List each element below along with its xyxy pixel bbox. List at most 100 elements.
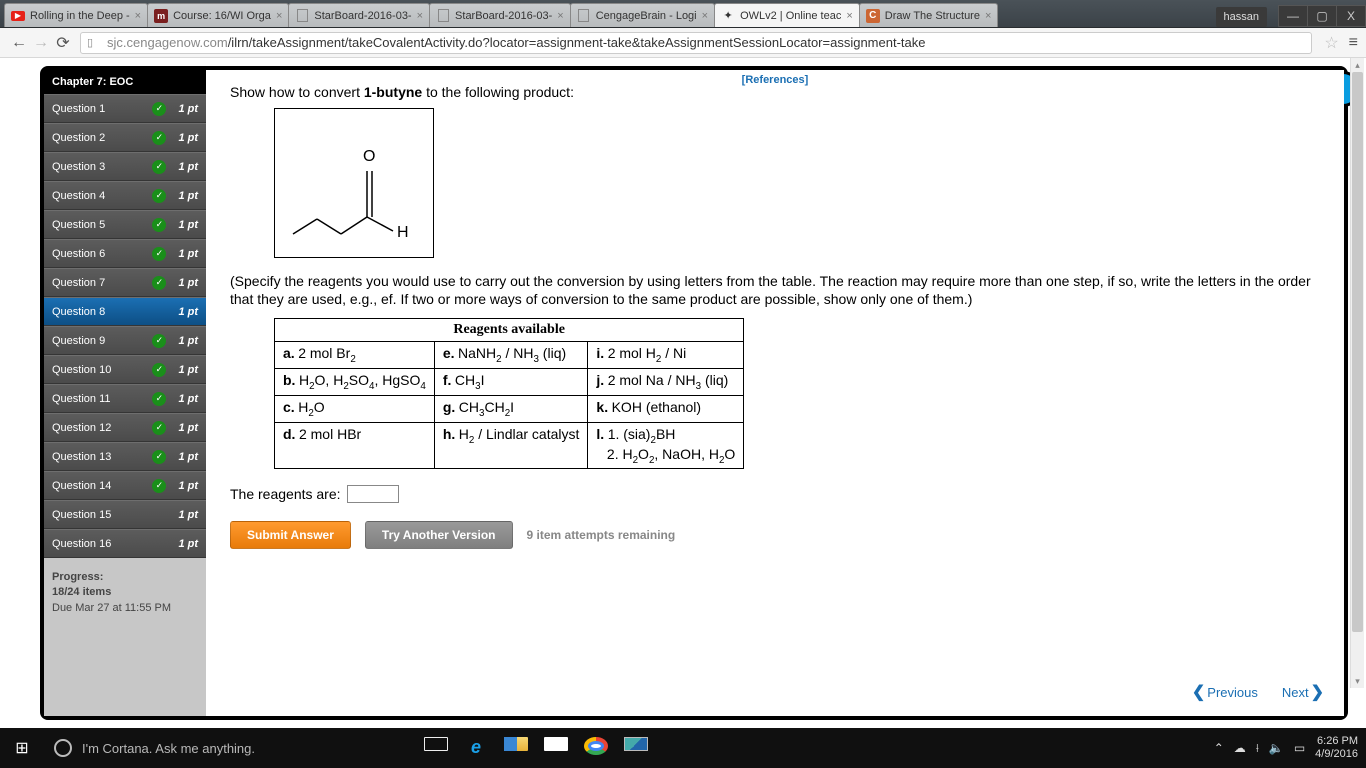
question-nav-item[interactable]: Question 1✓1 pt (44, 94, 206, 123)
check-icon (152, 305, 166, 319)
check-icon: ✓ (152, 276, 166, 290)
question-label: Question 15 (52, 509, 111, 521)
action-center-icon[interactable]: ▭ (1294, 741, 1305, 755)
question-label: Question 12 (52, 422, 111, 434)
tab-close-icon[interactable]: × (276, 10, 282, 22)
profile-badge[interactable]: hassan (1216, 7, 1267, 27)
cortana-placeholder: I'm Cortana. Ask me anything. (82, 741, 255, 756)
browser-tab[interactable]: StarBoard-2016-03-× (429, 3, 571, 27)
reagent-a: a. 2 mol Br2 (275, 342, 435, 369)
photos-icon[interactable] (624, 737, 648, 760)
check-icon: ✓ (152, 247, 166, 261)
chrome-icon[interactable] (584, 737, 608, 760)
tab-title: CengageBrain - Logi (596, 10, 697, 22)
table-header: Reagents available (275, 319, 744, 342)
file-explorer-icon[interactable] (504, 737, 528, 760)
next-link[interactable]: Next❯ (1282, 682, 1324, 702)
check-icon (152, 537, 166, 551)
question-nav-item[interactable]: Question 161 pt (44, 529, 206, 558)
question-nav-item[interactable]: Question 4✓1 pt (44, 181, 206, 210)
question-content: [References] Show how to convert 1-butyn… (206, 70, 1344, 716)
tab-favicon: ▶ (11, 9, 25, 23)
browser-tab[interactable]: ▶Rolling in the Deep -× (4, 3, 148, 27)
task-view-icon[interactable] (424, 737, 448, 760)
question-nav-item[interactable]: Question 2✓1 pt (44, 123, 206, 152)
tab-favicon: m (154, 9, 168, 23)
address-bar: ← → ⟳ ▯ sjc.cengagenow.com/ilrn/takeAssi… (0, 28, 1366, 58)
check-icon: ✓ (152, 189, 166, 203)
reagent-g: g. CH3CH2I (434, 395, 588, 422)
tab-close-icon[interactable]: × (557, 10, 563, 22)
windows-taskbar: ⊞ I'm Cortana. Ask me anything. e ⌃ ☁ ⟊ … (0, 728, 1366, 768)
store-icon[interactable] (544, 737, 568, 760)
menu-icon[interactable]: ≡ (1349, 34, 1358, 52)
cortana-search[interactable]: I'm Cortana. Ask me anything. (44, 733, 384, 763)
reload-button[interactable]: ⟳ (52, 32, 74, 54)
question-points: 1 pt (178, 364, 198, 376)
reagent-b: b. H2O, H2SO4, HgSO4 (275, 369, 435, 396)
bookmark-icon[interactable]: ☆ (1324, 33, 1338, 53)
tab-close-icon[interactable]: × (135, 10, 141, 22)
references-link[interactable]: [References] (742, 74, 809, 86)
url-input[interactable]: ▯ sjc.cengagenow.com/ilrn/takeAssignment… (80, 32, 1312, 54)
cortana-icon (54, 739, 72, 757)
close-button[interactable]: X (1336, 5, 1366, 27)
question-nav-item[interactable]: Question 81 pt (44, 297, 206, 326)
question-nav-item[interactable]: Question 10✓1 pt (44, 355, 206, 384)
question-nav-item[interactable]: Question 11✓1 pt (44, 384, 206, 413)
question-nav-item[interactable]: Question 13✓1 pt (44, 442, 206, 471)
back-button[interactable]: ← (8, 32, 30, 54)
start-button[interactable]: ⊞ (0, 728, 44, 768)
question-nav-item[interactable]: Question 151 pt (44, 500, 206, 529)
reagents-input[interactable] (347, 485, 399, 503)
clock[interactable]: 6:26 PM 4/9/2016 (1315, 735, 1358, 761)
tab-favicon (295, 9, 309, 23)
chapter-header: Chapter 7: EOC (44, 70, 206, 94)
onedrive-icon[interactable]: ☁ (1234, 741, 1246, 755)
browser-tab[interactable]: mCourse: 16/WI Orga× (147, 3, 289, 27)
question-label: Question 5 (52, 219, 105, 231)
tab-close-icon[interactable]: × (702, 10, 708, 22)
tray-expand-icon[interactable]: ⌃ (1214, 741, 1224, 755)
question-nav-item[interactable]: Question 12✓1 pt (44, 413, 206, 442)
tab-close-icon[interactable]: × (985, 10, 991, 22)
edge-icon[interactable]: e (464, 737, 488, 760)
check-icon: ✓ (152, 392, 166, 406)
question-label: Question 1 (52, 103, 105, 115)
check-icon: ✓ (152, 334, 166, 348)
volume-icon[interactable]: 🔈 (1269, 741, 1284, 755)
tab-close-icon[interactable]: × (846, 10, 852, 22)
tab-favicon (436, 9, 450, 23)
browser-tab[interactable]: StarBoard-2016-03- × (288, 3, 430, 27)
question-points: 1 pt (178, 190, 198, 202)
reagent-c: c. H2O (275, 395, 435, 422)
hydrogen-label: H (397, 224, 409, 241)
question-nav-item[interactable]: Question 3✓1 pt (44, 152, 206, 181)
tab-title: StarBoard-2016-03- (314, 10, 411, 22)
minimize-button[interactable]: — (1278, 5, 1308, 27)
attempts-remaining: 9 item attempts remaining (527, 528, 676, 542)
question-nav-item[interactable]: Question 14✓1 pt (44, 471, 206, 500)
question-nav-item[interactable]: Question 6✓1 pt (44, 239, 206, 268)
question-nav-item[interactable]: Question 5✓1 pt (44, 210, 206, 239)
browser-tab[interactable]: ✦OWLv2 | Online teac× (714, 3, 860, 27)
question-points: 1 pt (178, 248, 198, 260)
question-points: 1 pt (178, 393, 198, 405)
submit-answer-button[interactable]: Submit Answer (230, 521, 351, 549)
tab-close-icon[interactable]: × (417, 10, 423, 22)
browser-tab[interactable]: CengageBrain - Logi × (570, 3, 715, 27)
progress-due: Due Mar 27 at 11:55 PM (52, 601, 198, 616)
previous-link[interactable]: ❮Previous (1192, 682, 1258, 702)
maximize-button[interactable]: ▢ (1307, 5, 1337, 27)
question-nav-item[interactable]: Question 9✓1 pt (44, 326, 206, 355)
try-another-button[interactable]: Try Another Version (365, 521, 513, 549)
forward-button[interactable]: → (30, 32, 52, 54)
question-nav-item[interactable]: Question 7✓1 pt (44, 268, 206, 297)
browser-tab[interactable]: CDraw The Structure× (859, 3, 999, 27)
wifi-icon[interactable]: ⟊ (1256, 741, 1259, 756)
check-icon: ✓ (152, 102, 166, 116)
question-points: 1 pt (178, 480, 198, 492)
check-icon (152, 508, 166, 522)
answer-label: The reagents are: (230, 486, 341, 502)
page-scrollbar[interactable]: ▴ ▾ (1350, 58, 1364, 688)
